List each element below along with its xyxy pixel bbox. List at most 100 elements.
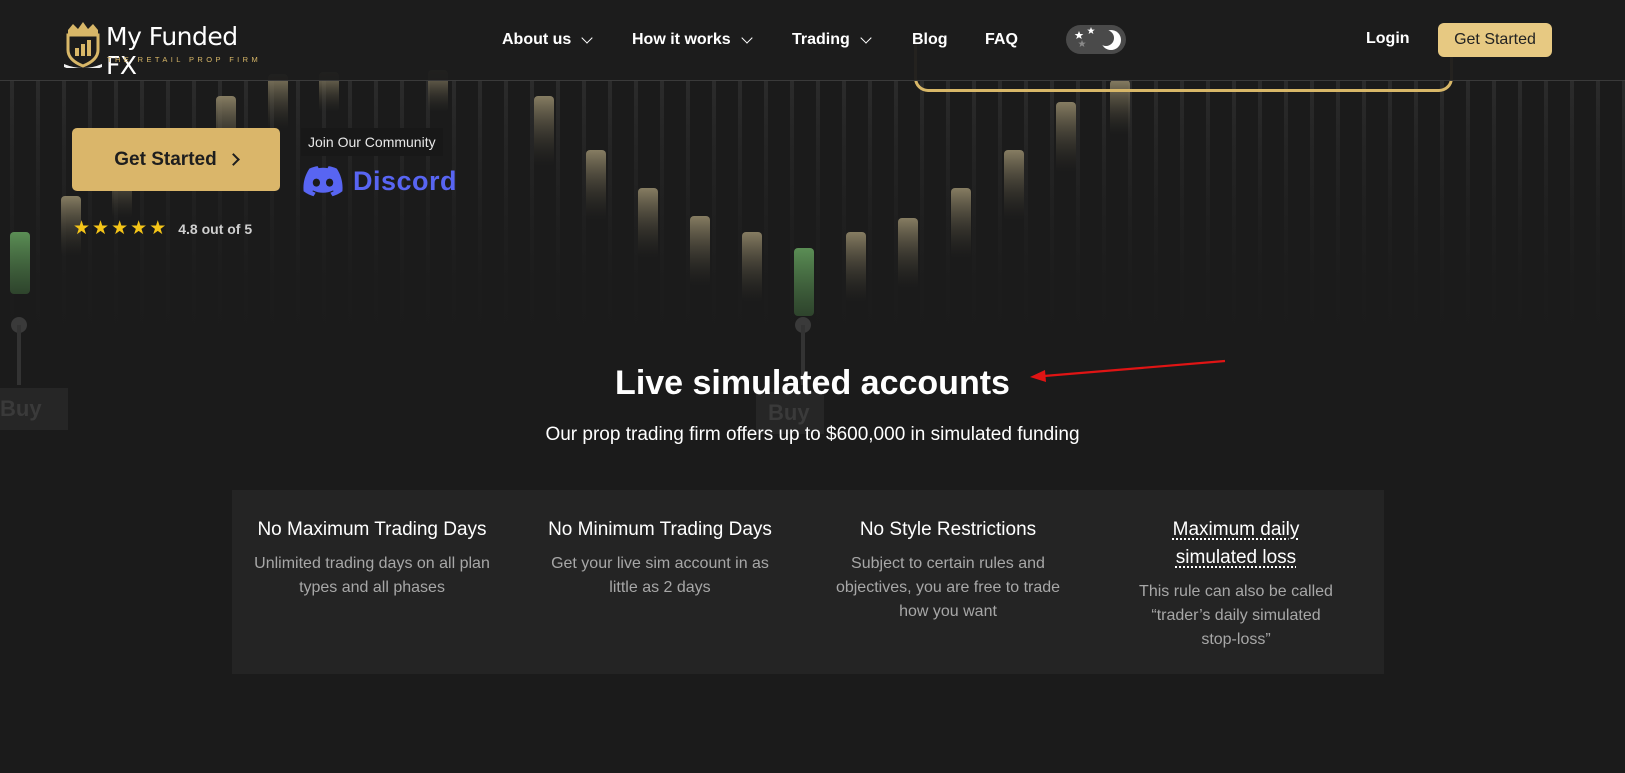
background-grid-line — [556, 60, 560, 360]
discord-wordmark: Discord — [353, 165, 458, 196]
logo[interactable]: My Funded FX THE RETAIL PROP FIRM — [64, 20, 258, 80]
discord-icon — [303, 165, 343, 196]
feature-description: Subject to certain rules and objectives,… — [835, 555, 1061, 620]
background-grid-line — [972, 60, 976, 360]
background-grid-line — [192, 60, 196, 360]
site-header: My Funded FX THE RETAIL PROP FIRM About … — [0, 0, 1625, 81]
background-grid-line — [1024, 60, 1028, 360]
background-grid-line — [88, 60, 92, 360]
nav-label: Blog — [912, 31, 948, 48]
background-grid-line — [920, 60, 924, 360]
background-grid-line — [1466, 60, 1470, 360]
background-candle — [898, 218, 918, 288]
background-grid-line — [1492, 60, 1496, 360]
feature-description: Get your live sim account in as little a… — [551, 555, 769, 596]
hero-get-started-button[interactable]: Get Started — [72, 128, 280, 191]
feature-max-daily-simulated-loss: Maximum daily simulated loss This rule c… — [1112, 516, 1360, 652]
background-grid-line — [894, 60, 898, 360]
nav-label: FAQ — [985, 31, 1018, 48]
feature-no-max-trading-days: No Maximum Trading Days Unlimited tradin… — [248, 516, 496, 600]
background-grid-line — [608, 60, 612, 360]
nav-faq[interactable]: FAQ — [985, 28, 1018, 52]
rating-text: 4.8 out of 5 — [178, 220, 253, 237]
discord-link[interactable]: Discord — [303, 164, 457, 198]
background-grid-line — [660, 60, 664, 360]
background-grid-line — [1284, 60, 1288, 360]
moon-icon — [1100, 30, 1121, 50]
background-candle — [534, 96, 554, 166]
background-grid-line — [998, 60, 1002, 360]
logo-tagline: THE RETAIL PROP FIRM — [107, 55, 262, 64]
nav-label: How it works — [632, 31, 731, 48]
background-grid-line — [790, 60, 794, 360]
feature-title-tooltip[interactable]: Maximum daily simulated loss — [1112, 516, 1360, 572]
star-icon: ★ — [130, 218, 148, 239]
background-candle — [268, 74, 288, 129]
background-grid-line — [400, 60, 404, 360]
feature-no-min-trading-days: No Minimum Trading Days Get your live si… — [536, 516, 784, 600]
background-candle — [794, 248, 814, 316]
background-grid-line — [764, 60, 768, 360]
background-grid-line — [1362, 60, 1366, 360]
feature-title: No Minimum Trading Days — [548, 519, 772, 540]
background-candle — [846, 232, 866, 302]
background-candle — [951, 188, 971, 258]
nav-about-us[interactable]: About us — [502, 28, 593, 52]
nav-how-it-works[interactable]: How it works — [632, 28, 753, 52]
rating: ★ ★ ★ ★ ★ 4.8 out of 5 — [73, 217, 252, 240]
background-grid-line — [244, 60, 248, 360]
hero-cta-label: Get Started — [114, 148, 217, 170]
background-grid-line — [1544, 60, 1548, 360]
background-grid-line — [686, 60, 690, 360]
background-candle — [1004, 150, 1024, 220]
theme-toggle[interactable] — [1066, 25, 1126, 54]
background-grid-line — [1050, 60, 1054, 360]
background-grid-line — [1180, 60, 1184, 360]
star-icon: ★ — [92, 218, 110, 239]
background-grid-line — [1388, 60, 1392, 360]
background-grid-line — [36, 60, 40, 360]
features-panel: No Maximum Trading Days Unlimited tradin… — [232, 490, 1384, 674]
background-candle — [586, 150, 606, 220]
chevron-right-icon — [226, 153, 240, 166]
background-grid-line — [738, 60, 742, 360]
feature-title: No Style Restrictions — [859, 519, 1037, 540]
star-icon: ★ — [149, 218, 167, 239]
chevron-down-icon — [581, 31, 593, 44]
nav-label: About us — [502, 31, 572, 48]
background-grid-line — [868, 60, 872, 360]
background-grid-line — [1206, 60, 1210, 360]
nav-blog[interactable]: Blog — [912, 28, 948, 52]
background-grid-line — [1232, 60, 1236, 360]
background-grid-line — [478, 60, 482, 360]
background-grid-line — [1570, 60, 1574, 360]
stars-icon — [1074, 27, 1095, 47]
nav-trading[interactable]: Trading — [792, 28, 872, 52]
section-subtitle: Our prop trading firm offers up to $600,… — [545, 424, 1080, 445]
background-candle — [742, 232, 762, 302]
background-grid-line — [296, 60, 300, 360]
feature-title: No Maximum Trading Days — [257, 519, 487, 540]
background-grid-line — [1414, 60, 1418, 360]
section-title: Live simulated accounts — [615, 364, 1010, 402]
background-grid-line — [374, 60, 378, 360]
star-icon: ★ — [73, 218, 91, 239]
background-candle — [10, 232, 30, 294]
feature-description: Unlimited trading days on all plan types… — [254, 555, 490, 596]
background-grid-line — [842, 60, 846, 360]
background-grid-line — [582, 60, 586, 360]
feature-no-style-restrictions: No Style Restrictions Subject to certain… — [824, 516, 1072, 624]
logo-text: My Funded FX — [106, 22, 238, 80]
background-grid-line — [166, 60, 170, 360]
background-grid-line — [504, 60, 508, 360]
login-link[interactable]: Login — [1366, 30, 1410, 48]
chevron-down-icon — [860, 31, 872, 44]
star-icon: ★ — [111, 218, 129, 239]
crown-shield-icon — [64, 22, 102, 68]
feature-description: This rule can also be called “trader’s d… — [1139, 583, 1333, 648]
background-grid-line — [634, 60, 638, 360]
join-community-label: Join Our Community — [301, 128, 443, 156]
header-get-started-button[interactable]: Get Started — [1438, 23, 1552, 57]
background-candle — [638, 188, 658, 258]
background-candle — [690, 216, 710, 286]
